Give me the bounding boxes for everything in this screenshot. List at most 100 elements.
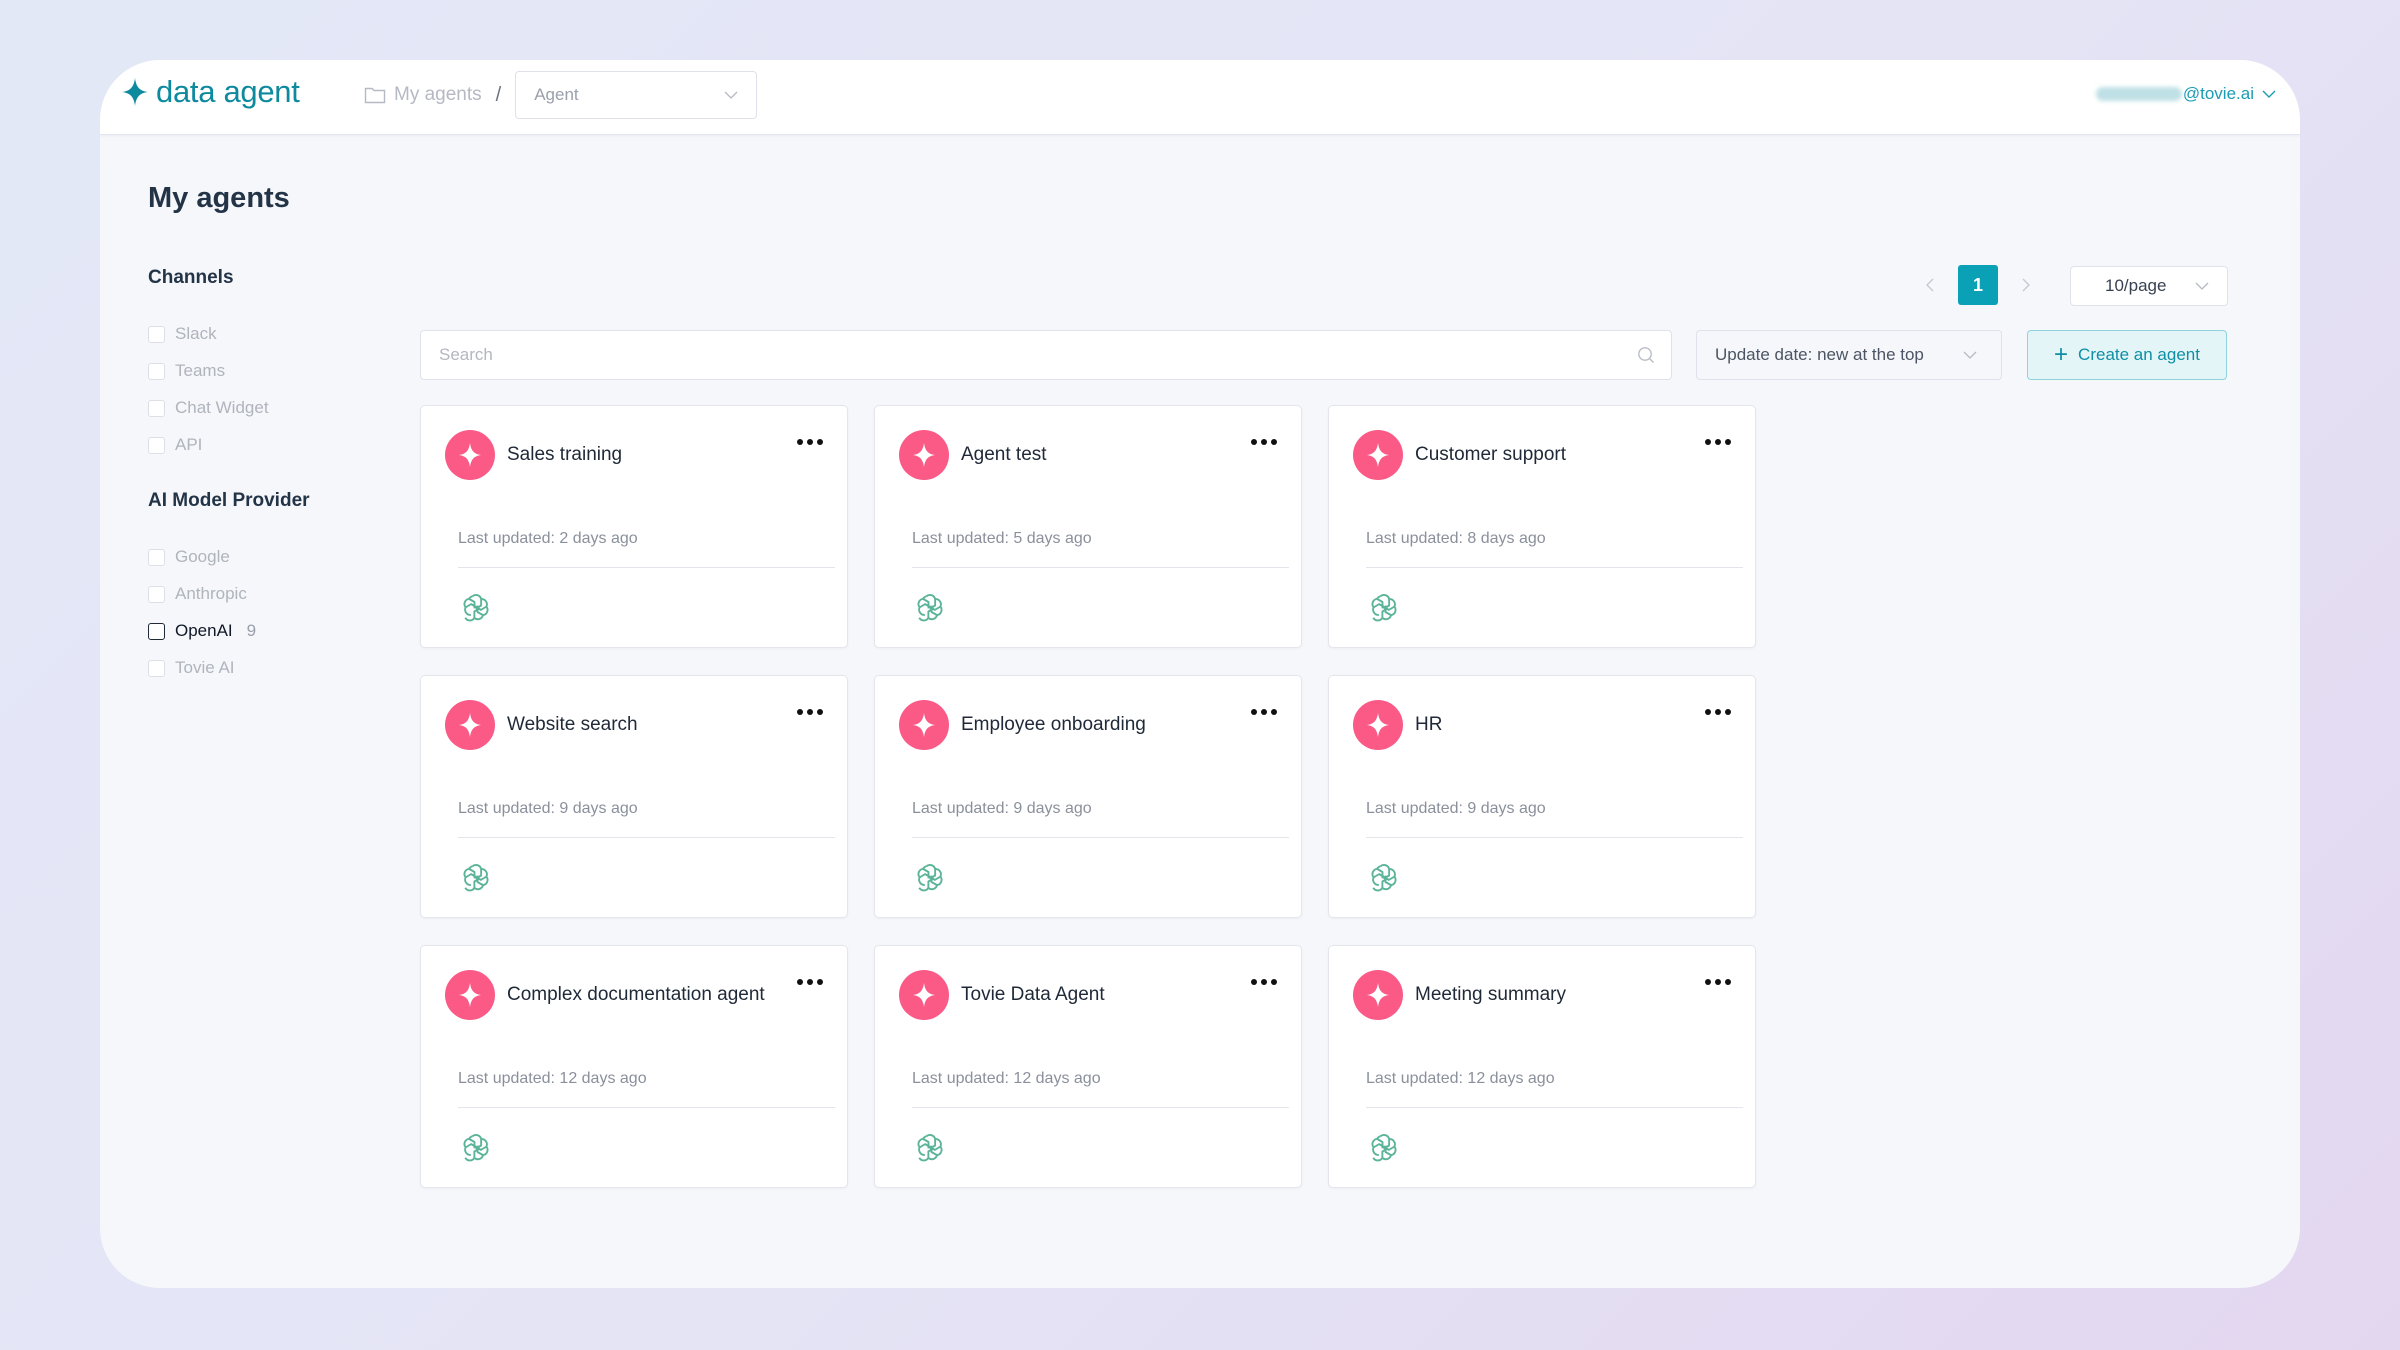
checkbox[interactable] [148, 362, 165, 380]
filter-teams[interactable]: Teams [148, 360, 225, 382]
filter-slack[interactable]: Slack [148, 323, 217, 345]
agent-name[interactable]: Sales training [507, 444, 622, 466]
prev-page-button[interactable] [1910, 265, 1950, 305]
agent-select[interactable]: Agent [515, 71, 758, 119]
search-box [420, 330, 1672, 380]
agent-name[interactable]: Tovie Data Agent [961, 984, 1105, 1006]
agent-grid: Sales training Last updated: 2 days ago … [420, 405, 1756, 1188]
openai-icon [917, 1134, 943, 1162]
sparkle-icon [459, 983, 481, 1007]
search-input[interactable] [439, 345, 1589, 365]
filter-tovie-ai[interactable]: Tovie AI [148, 657, 235, 679]
agent-avatar [445, 970, 495, 1020]
more-options-icon[interactable] [1705, 706, 1731, 718]
checkbox[interactable] [148, 548, 165, 566]
agent-card[interactable]: Complex documentation agent Last updated… [420, 945, 848, 1188]
agent-last-updated: Last updated: 12 days ago [458, 1070, 647, 1087]
agent-name[interactable]: Agent test [961, 444, 1047, 466]
page-button-current[interactable]: 1 [1958, 265, 1998, 305]
filter-anthropic[interactable]: Anthropic [148, 583, 247, 605]
agent-avatar [1353, 970, 1403, 1020]
openai-icon [463, 864, 489, 892]
agent-avatar [1353, 700, 1403, 750]
create-agent-button[interactable]: + Create an agent [2027, 330, 2227, 380]
agent-last-updated: Last updated: 9 days ago [1366, 800, 1546, 817]
agent-card[interactable]: Meeting summary Last updated: 12 days ag… [1328, 945, 1756, 1188]
agent-card[interactable]: Agent test Last updated: 5 days ago [874, 405, 1302, 648]
openai-icon [463, 594, 489, 622]
sparkle-icon [1367, 443, 1389, 467]
openai-icon [1371, 1134, 1397, 1162]
more-options-icon[interactable] [1705, 976, 1731, 988]
breadcrumb-my-agents[interactable]: My agents [394, 84, 482, 106]
agent-name[interactable]: Complex documentation agent [507, 984, 765, 1006]
agent-select-value: Agent [534, 85, 579, 104]
filter-label: API [175, 435, 203, 454]
logo[interactable]: data agent [122, 74, 300, 110]
more-options-icon[interactable] [1705, 436, 1731, 448]
agent-name[interactable]: HR [1415, 714, 1442, 736]
filter-chat-widget[interactable]: Chat Widget [148, 397, 269, 419]
agent-avatar [445, 700, 495, 750]
next-page-button[interactable] [2006, 265, 2046, 305]
plus-icon: + [2054, 341, 2069, 368]
sparkle-logo-icon [122, 78, 148, 106]
more-options-icon[interactable] [797, 706, 823, 718]
logo-text: data agent [156, 74, 300, 109]
agent-card[interactable]: Employee onboarding Last updated: 9 days… [874, 675, 1302, 918]
agent-name[interactable]: Customer support [1415, 444, 1566, 466]
sparkle-icon [1367, 713, 1389, 737]
search-icon[interactable] [1637, 346, 1655, 364]
user-name-blurred [2095, 87, 2182, 101]
agent-last-updated: Last updated: 9 days ago [912, 800, 1092, 817]
checkbox[interactable] [148, 325, 165, 343]
agent-card[interactable]: Sales training Last updated: 2 days ago [420, 405, 848, 648]
agent-card[interactable]: Customer support Last updated: 8 days ag… [1328, 405, 1756, 648]
more-options-icon[interactable] [797, 976, 823, 988]
sort-select[interactable]: Update date: new at the top [1696, 330, 2002, 380]
provider-filter-title: AI Model Provider [148, 490, 310, 511]
more-options-icon[interactable] [1251, 976, 1277, 988]
filter-label: OpenAI [175, 621, 233, 640]
checkbox[interactable] [148, 436, 165, 454]
page-title: My agents [148, 182, 290, 214]
openai-icon [1371, 594, 1397, 622]
folder-icon [364, 87, 386, 104]
agent-card[interactable]: Website search Last updated: 9 days ago [420, 675, 848, 918]
page-size-select[interactable]: 10/page [2070, 266, 2228, 306]
agent-last-updated: Last updated: 5 days ago [912, 530, 1092, 547]
agent-card[interactable]: HR Last updated: 9 days ago [1328, 675, 1756, 918]
agent-last-updated: Last updated: 12 days ago [912, 1070, 1101, 1087]
filter-label: Google [175, 547, 230, 566]
sort-select-value: Update date: new at the top [1715, 345, 1924, 364]
divider [458, 1107, 835, 1108]
agent-name[interactable]: Employee onboarding [961, 714, 1146, 736]
user-email: @tovie.ai [2182, 84, 2254, 103]
agent-name[interactable]: Meeting summary [1415, 984, 1566, 1006]
agent-name[interactable]: Website search [507, 714, 638, 736]
filter-label: Slack [175, 324, 217, 343]
chevron-down-icon [724, 91, 738, 99]
chevron-right-icon [2022, 278, 2030, 292]
more-options-icon[interactable] [797, 436, 823, 448]
checkbox[interactable] [148, 399, 165, 417]
filter-api[interactable]: API [148, 434, 202, 456]
agent-card[interactable]: Tovie Data Agent Last updated: 12 days a… [874, 945, 1302, 1188]
agent-avatar [1353, 430, 1403, 480]
more-options-icon[interactable] [1251, 706, 1277, 718]
sparkle-icon [913, 443, 935, 467]
divider [1366, 567, 1743, 568]
divider [912, 567, 1289, 568]
divider [1366, 1107, 1743, 1108]
openai-icon [917, 864, 943, 892]
sparkle-icon [459, 443, 481, 467]
user-menu[interactable]: @tovie.ai [2095, 84, 2276, 104]
checkbox[interactable] [148, 585, 165, 603]
filter-openai[interactable]: OpenAI 9 [148, 620, 256, 642]
agent-last-updated: Last updated: 8 days ago [1366, 530, 1546, 547]
filter-google[interactable]: Google [148, 546, 230, 568]
more-options-icon[interactable] [1251, 436, 1277, 448]
checkbox[interactable] [148, 622, 165, 640]
channels-filter-title: Channels [148, 267, 234, 288]
checkbox[interactable] [148, 659, 165, 677]
